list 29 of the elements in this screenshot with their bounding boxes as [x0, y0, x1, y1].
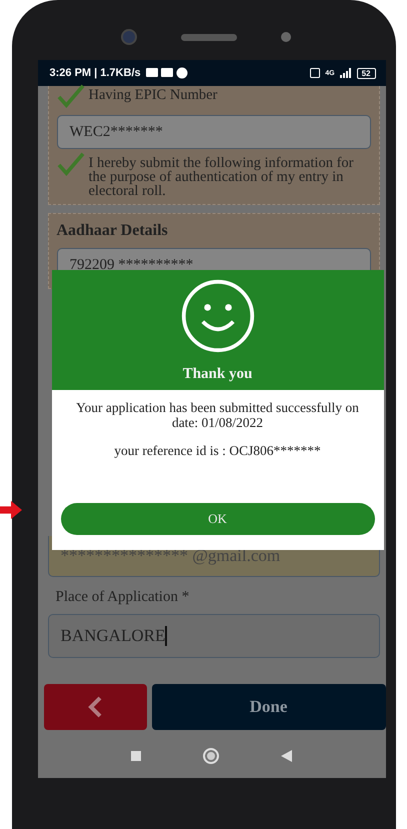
back-icon[interactable]: [280, 750, 292, 762]
battery-level: 52: [356, 68, 376, 78]
dialog-message: Your application has been submitted successfully on date: 01/08/2022: [75, 400, 360, 430]
pointer-arrow-icon: [0, 499, 22, 521]
camera-icon: [120, 29, 136, 45]
speaker-grille-icon: [180, 34, 236, 40]
ok-button[interactable]: OK: [60, 503, 374, 535]
dialog-title: Thank you: [182, 366, 252, 383]
done-button[interactable]: Done: [152, 684, 386, 730]
chevron-left-icon: [88, 696, 102, 718]
status-time: 3:26 PM | 1.7KB/s: [50, 67, 141, 79]
sim-icon: [310, 68, 320, 78]
home-icon[interactable]: [202, 748, 218, 764]
checkmark-icon[interactable]: [56, 152, 84, 176]
back-button[interactable]: [44, 684, 146, 730]
recents-icon[interactable]: [130, 751, 140, 761]
signal-icon: [340, 68, 352, 78]
text-cursor: [165, 626, 167, 646]
field-label: Place of Application *: [56, 589, 190, 606]
epic-checkbox-label: Having EPIC Number: [88, 88, 218, 102]
place-field[interactable]: BANGALORE: [48, 614, 380, 658]
section-title: Aadhaar Details: [56, 222, 169, 240]
checkmark-icon[interactable]: [56, 84, 84, 108]
sensor-icon: [280, 32, 290, 42]
epic-number-field[interactable]: WEC2*******: [56, 115, 370, 149]
message-icons: [146, 67, 190, 79]
consent-text: I hereby submit the following information for the purpose of authentication of my entry in electoral roll.: [88, 156, 354, 198]
smiley-icon: [180, 278, 256, 354]
reference-id-text: your reference id is : OCJ806*******: [113, 443, 322, 459]
